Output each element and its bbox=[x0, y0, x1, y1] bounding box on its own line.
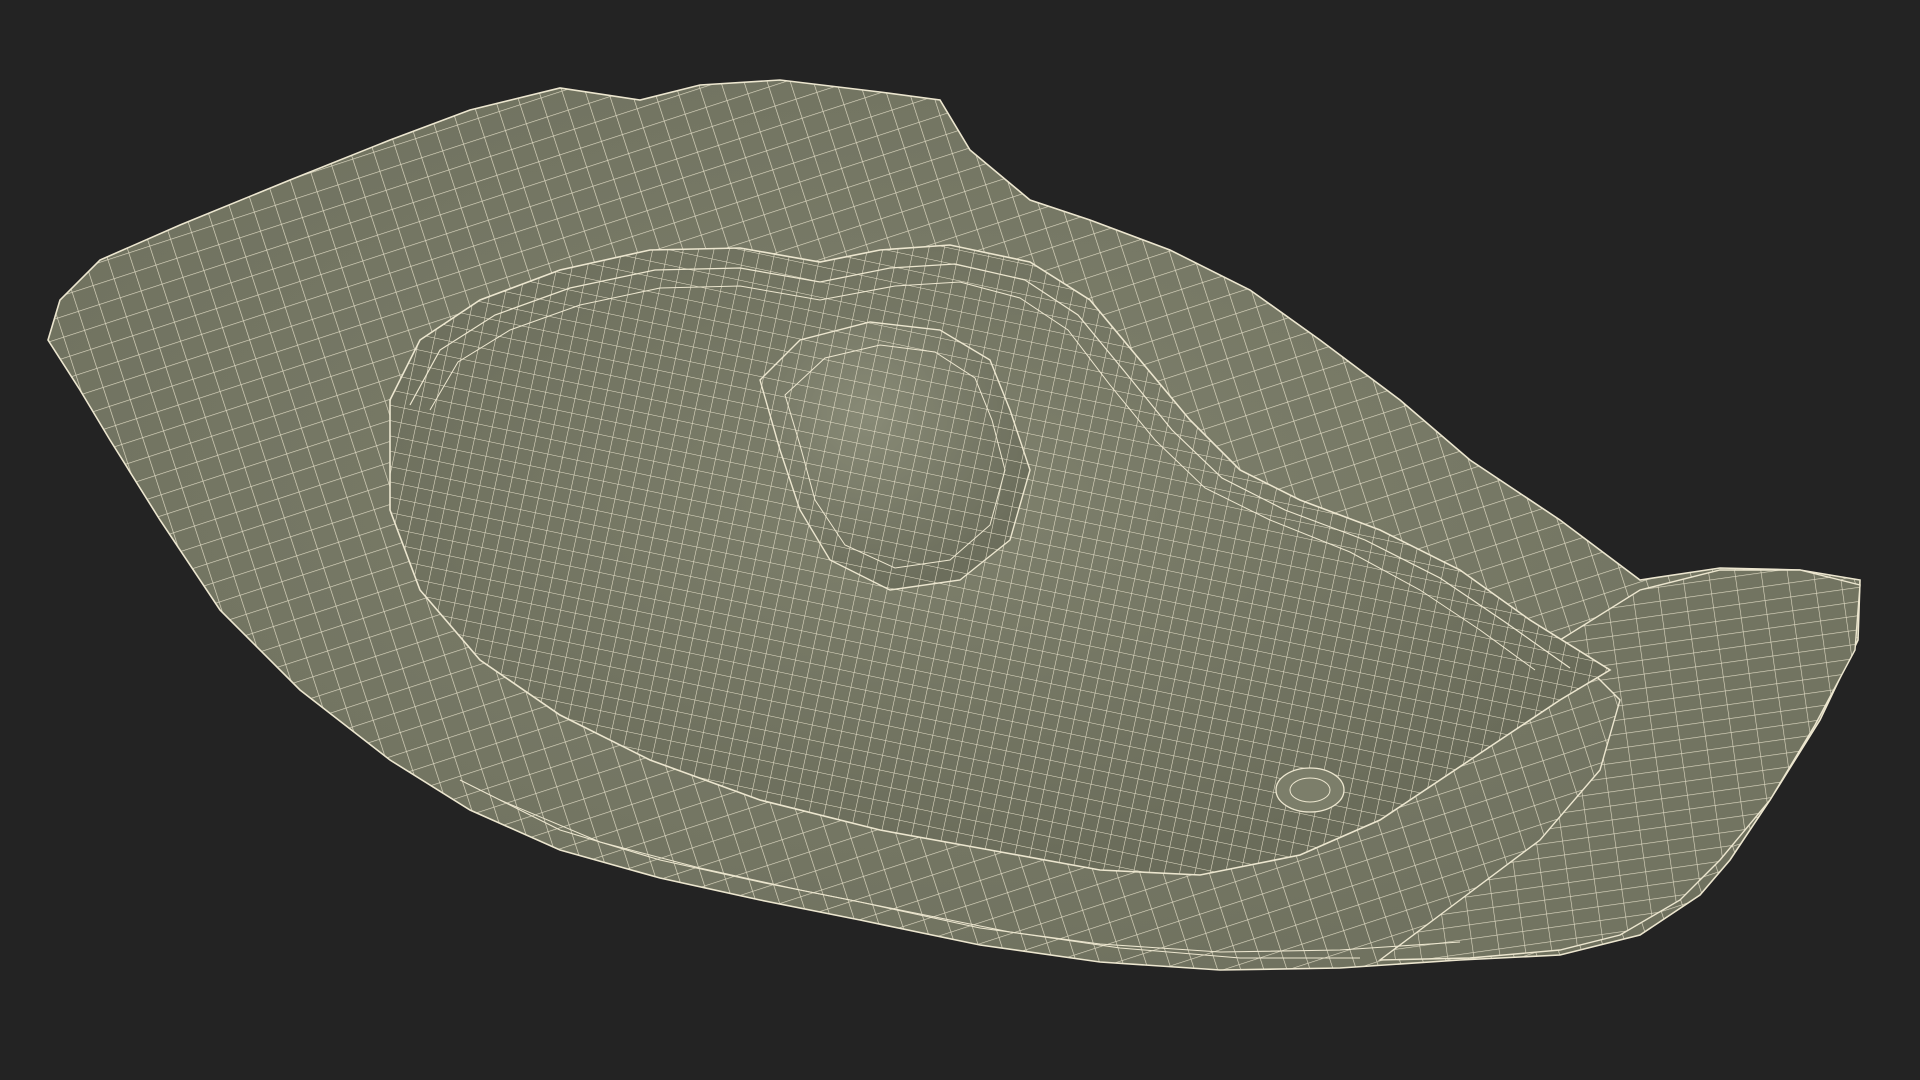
side-bump bbox=[1275, 767, 1345, 813]
render-viewport bbox=[0, 0, 1920, 1080]
mesh-render bbox=[47, 79, 1861, 971]
